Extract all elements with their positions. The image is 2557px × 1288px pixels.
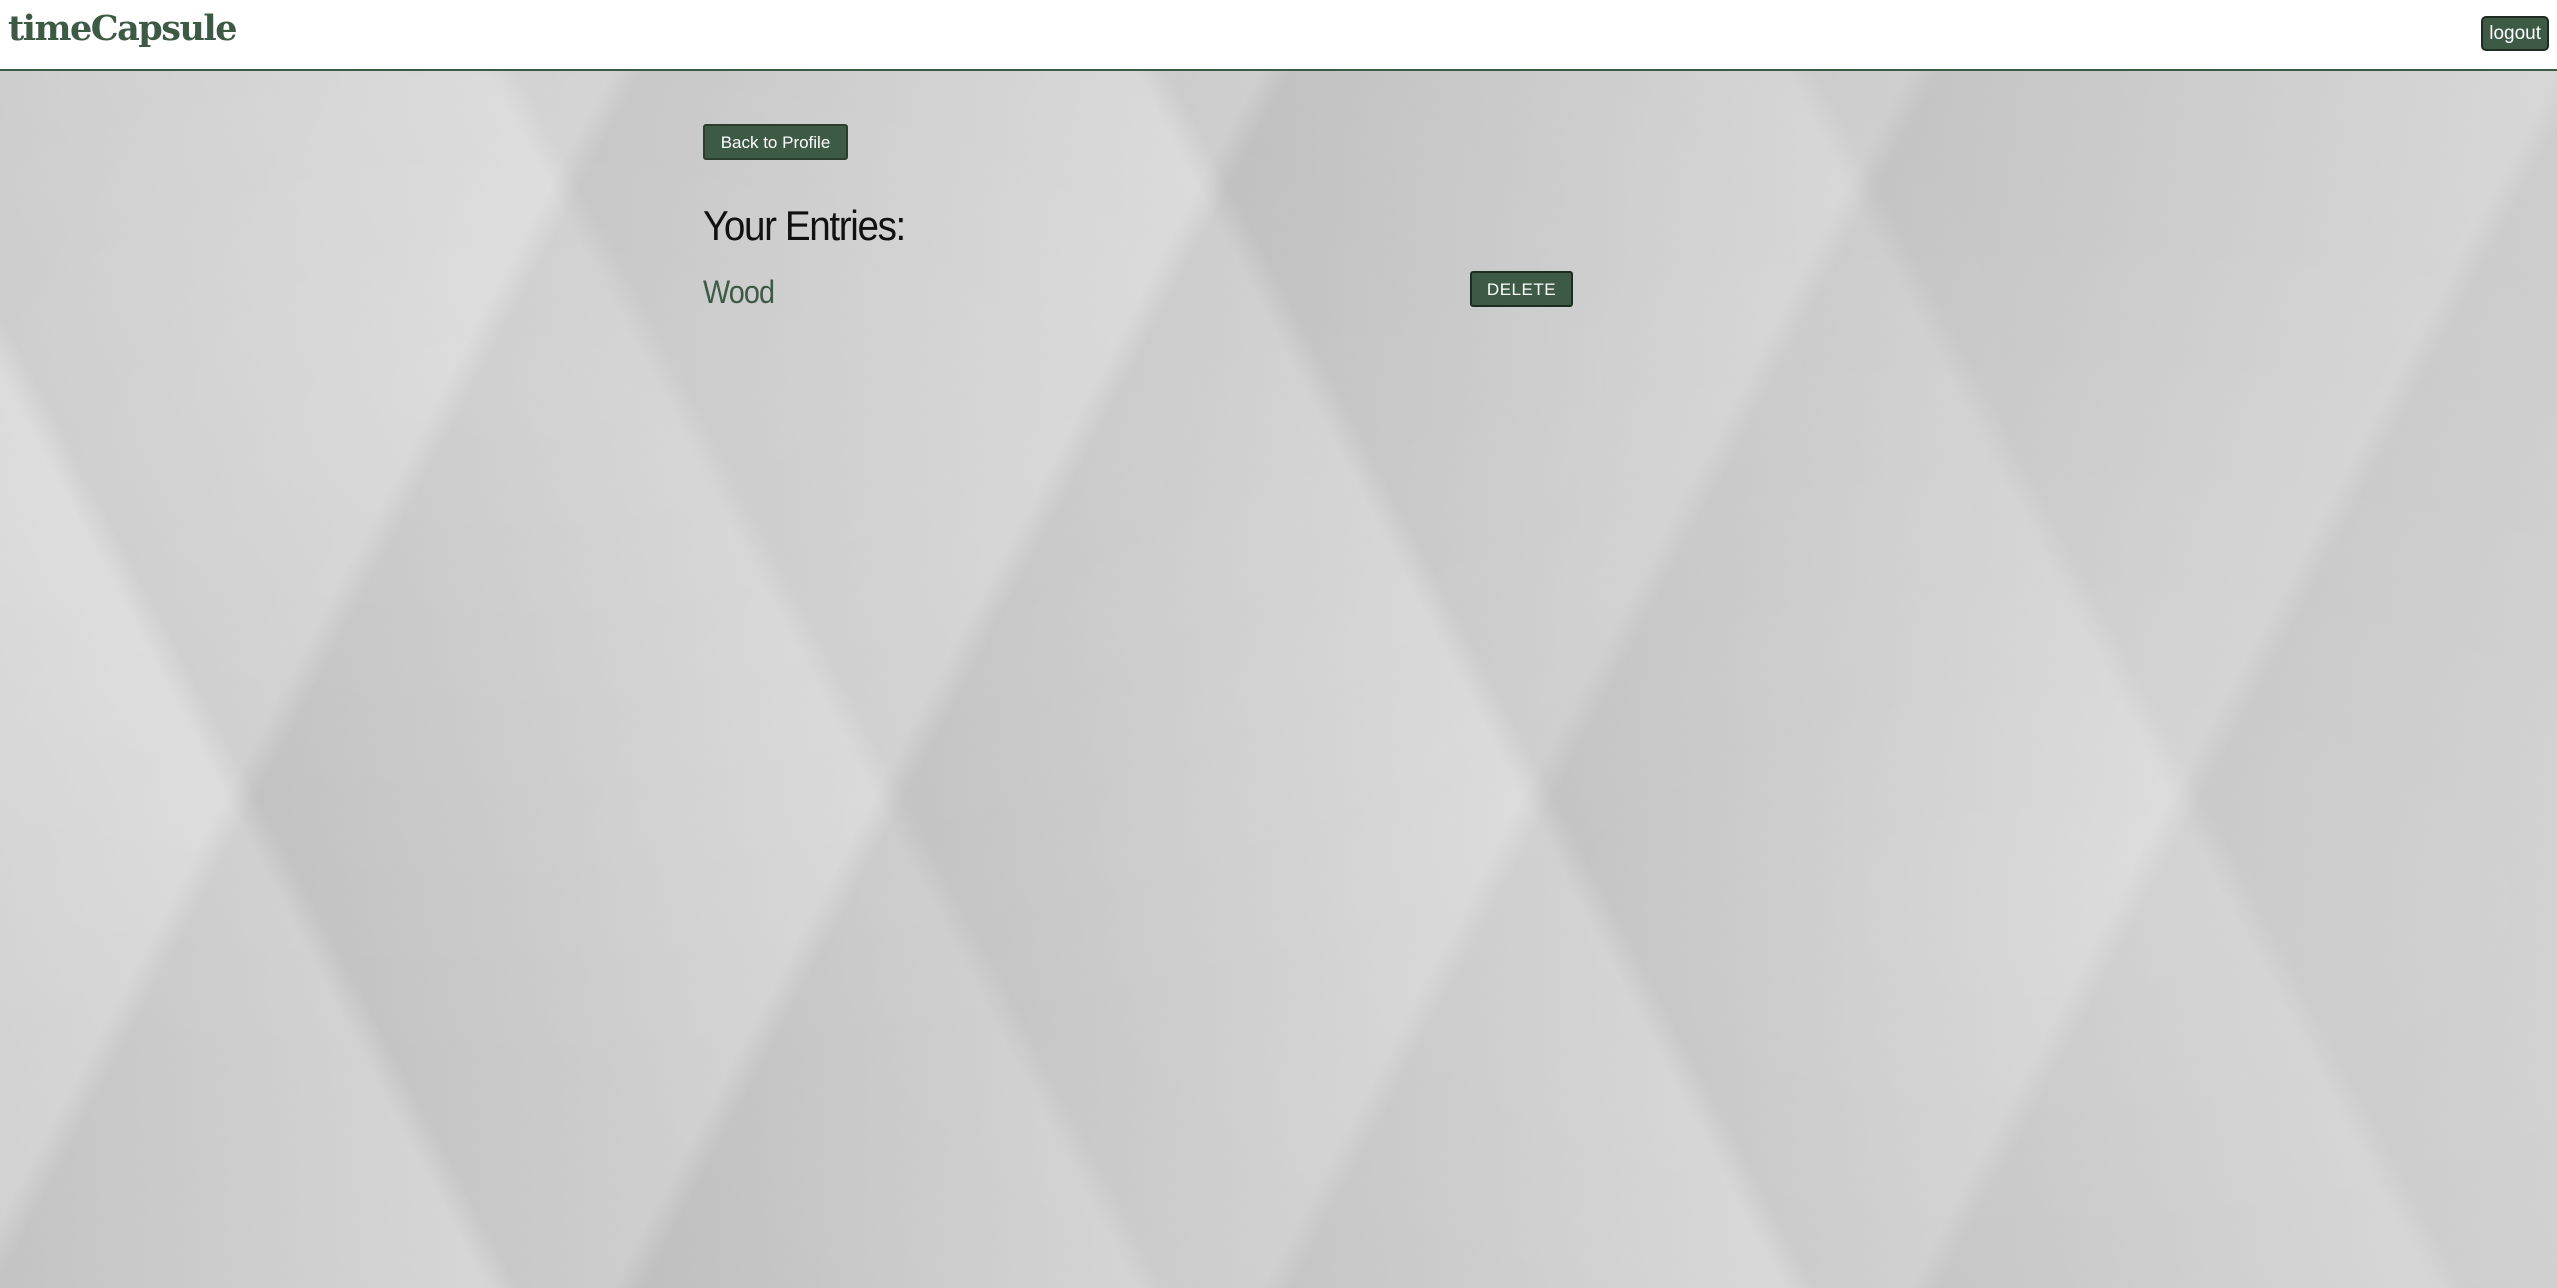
top-navbar: timeCapsule logout — [0, 0, 2557, 71]
logout-button[interactable]: logout — [2481, 16, 2549, 51]
brand-logo[interactable]: timeCapsule — [8, 6, 238, 52]
entry-row: Wood DELETE — [703, 271, 1573, 312]
entry-title[interactable]: Wood — [703, 272, 775, 312]
delete-entry-button[interactable]: DELETE — [1470, 271, 1573, 307]
page-title: Your Entries: — [703, 202, 906, 249]
back-to-profile-button[interactable]: Back to Profile — [703, 124, 848, 160]
